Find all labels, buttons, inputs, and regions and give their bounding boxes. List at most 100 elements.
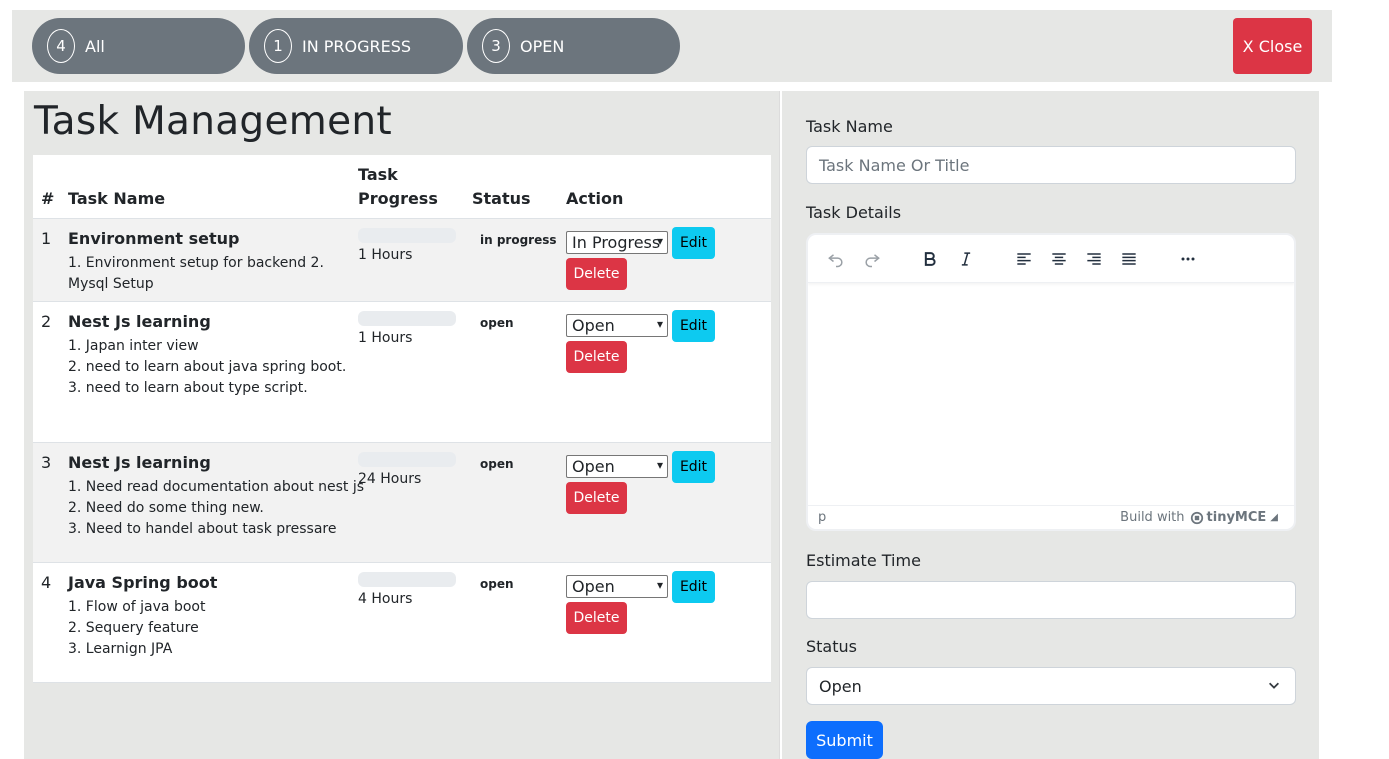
task-name: Environment setup (68, 229, 240, 248)
delete-button[interactable]: Delete (566, 602, 627, 634)
status-label: Status (806, 637, 857, 656)
more-icon[interactable] (1176, 247, 1200, 271)
task-form-panel: Task Name Task Name Or Title Task Detail… (781, 91, 1320, 759)
task-list-panel: Task Management # Task Name Task Progres… (24, 91, 780, 759)
filter-all-button[interactable]: 4 All (32, 18, 245, 74)
task-detail-line: 1. Need read documentation about nest js (68, 479, 365, 495)
task-detail-line: 3. Need to handel about task pressare (68, 521, 337, 537)
delete-button[interactable]: Delete (566, 258, 627, 290)
task-hours: 1 Hours (358, 330, 413, 346)
status-text: open (480, 457, 514, 471)
table-header: # Task Name Task Progress Status Action (33, 155, 771, 219)
progress-bar (358, 452, 456, 467)
status-text: open (480, 316, 514, 330)
task-name: Nest Js learning (68, 312, 211, 331)
task-hours: 24 Hours (358, 471, 422, 487)
estimate-time-label: Estimate Time (806, 551, 921, 570)
status-text: open (480, 577, 514, 591)
align-center-icon[interactable] (1047, 247, 1071, 271)
filter-in-progress-button[interactable]: 1 IN PROGRESS (249, 18, 463, 74)
task-details: 1. Japan inter view 2. need to learn abo… (68, 336, 368, 399)
header-num: # (41, 189, 55, 208)
chevron-down-icon: ▾ (656, 458, 663, 472)
task-detail-line: 3. Learnign JPA (68, 641, 173, 657)
task-details: 1. Flow of java boot 2. Sequery feature … (68, 597, 343, 660)
estimate-time-input[interactable] (806, 581, 1296, 619)
task-details: 1. Environment setup for backend 2. Mysq… (68, 253, 343, 295)
task-name: Nest Js learning (68, 453, 211, 472)
task-detail-line: 1. Japan inter view (68, 338, 199, 354)
align-left-icon[interactable] (1012, 247, 1036, 271)
submit-button[interactable]: Submit (806, 721, 883, 759)
table-row: 4 Java Spring boot 1. Flow of java boot … (33, 563, 771, 683)
close-button[interactable]: X Close (1233, 18, 1312, 74)
task-table: # Task Name Task Progress Status Action … (33, 155, 771, 683)
task-details: 1. Need read documentation about nest js… (68, 477, 368, 540)
tinymce-logo-icon (1190, 511, 1203, 524)
status-text: in progress (480, 233, 557, 247)
undo-icon[interactable] (824, 247, 848, 271)
header-progress-line2: Progress (358, 189, 438, 208)
table-row: 1 Environment setup 1. Environment setup… (33, 219, 771, 302)
page-title: Task Management (34, 99, 392, 144)
table-row: 3 Nest Js learning 1. Need read document… (33, 443, 771, 563)
header-task-name: Task Name (68, 189, 166, 208)
bold-icon[interactable] (918, 247, 942, 271)
filter-count: 4 (47, 29, 75, 63)
filter-label: OPEN (520, 36, 565, 56)
filter-open-button[interactable]: 3 OPEN (467, 18, 680, 74)
element-path: p (818, 510, 827, 525)
delete-button[interactable]: Delete (566, 341, 627, 373)
filter-bar: 4 All 1 IN PROGRESS 3 OPEN X Close (12, 10, 1332, 82)
branding-name: tinyMCE (1206, 510, 1267, 525)
row-index: 4 (41, 573, 52, 592)
chevron-down-icon: ▾ (656, 317, 663, 331)
editor-branding: Build with tinyMCE ◢ (1120, 510, 1278, 525)
row-index: 1 (41, 229, 52, 248)
status-select[interactable]: Open ▾ (566, 455, 668, 478)
status-select-value: Open (572, 316, 615, 335)
task-detail-line: 2. Sequery feature (68, 620, 199, 636)
status-select-value: Open (572, 577, 615, 596)
status-select[interactable]: Open (806, 667, 1296, 705)
task-detail-line: 1. Flow of java boot (68, 599, 206, 615)
progress-bar (358, 311, 456, 326)
header-status: Status (472, 189, 531, 208)
delete-button[interactable]: Delete (566, 482, 627, 514)
filter-count: 3 (482, 29, 510, 63)
status-select[interactable]: Open ▾ (566, 314, 668, 337)
task-name: Java Spring boot (68, 573, 218, 592)
align-justify-icon[interactable] (1117, 247, 1141, 271)
row-index: 3 (41, 453, 52, 472)
chevron-down-icon: ▾ (656, 578, 663, 592)
rich-text-editor[interactable]: p Build with tinyMCE ◢ (806, 233, 1296, 531)
edit-button[interactable]: Edit (672, 227, 715, 259)
filter-label: All (85, 36, 105, 56)
status-select[interactable]: In Progress ▾ (566, 231, 668, 254)
edit-button[interactable]: Edit (672, 310, 715, 342)
progress-bar (358, 228, 456, 243)
task-hours: 1 Hours (358, 247, 413, 263)
task-detail-line: 2. need to learn about java spring boot. (68, 359, 347, 375)
italic-icon[interactable] (954, 247, 978, 271)
header-progress-line1: Task (358, 165, 398, 184)
status-select[interactable]: Open ▾ (566, 575, 668, 598)
edit-button[interactable]: Edit (672, 451, 715, 483)
status-select-value: Open (572, 457, 615, 476)
filter-label: IN PROGRESS (302, 36, 412, 56)
resize-handle-icon[interactable]: ◢ (1270, 512, 1278, 523)
task-details-label: Task Details (806, 203, 902, 222)
editor-statusbar: p Build with tinyMCE ◢ (808, 505, 1294, 529)
task-detail-line: 2. Need do some thing new. (68, 500, 264, 516)
task-name-input[interactable]: Task Name Or Title (806, 146, 1296, 184)
chevron-down-icon (1269, 682, 1279, 689)
row-index: 2 (41, 312, 52, 331)
redo-icon[interactable] (860, 247, 884, 271)
task-hours: 4 Hours (358, 591, 413, 607)
chevron-down-icon: ▾ (656, 234, 663, 248)
task-detail-line: 1. Environment setup for backend 2. Mysq… (68, 255, 324, 292)
filter-count: 1 (264, 29, 292, 63)
align-right-icon[interactable] (1082, 247, 1106, 271)
edit-button[interactable]: Edit (672, 571, 715, 603)
editor-toolbar (808, 235, 1294, 283)
